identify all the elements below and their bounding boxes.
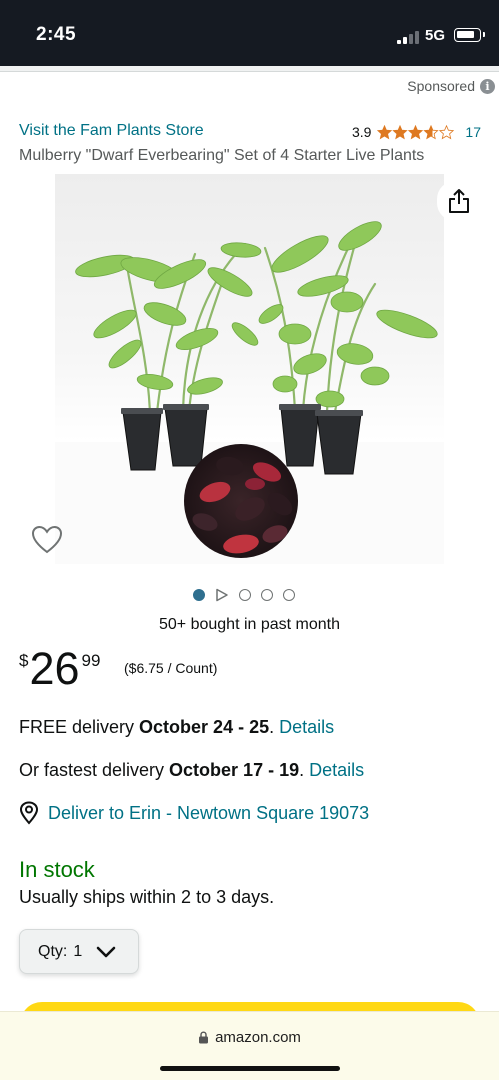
price-fraction: 99 xyxy=(81,651,101,670)
carousel-dot-5[interactable] xyxy=(283,589,295,601)
video-play-icon[interactable] xyxy=(215,588,229,602)
fastest-delivery-prefix: Or fastest delivery xyxy=(19,760,170,780)
price-symbol: $ xyxy=(19,651,29,670)
price-whole: 26 xyxy=(29,643,80,694)
quantity-value: 1 xyxy=(73,942,83,960)
clock: 2:45 xyxy=(36,24,77,45)
image-carousel-indicator[interactable] xyxy=(193,588,295,602)
product-photo xyxy=(55,174,444,564)
carousel-dot-3[interactable] xyxy=(239,589,251,601)
unit-price: ($6.75 / Count) xyxy=(124,660,218,676)
network-type: 5G xyxy=(425,27,446,44)
status-bar: 2:45 5G xyxy=(0,0,499,66)
deliver-to-location[interactable]: Deliver to Erin - Newtown Square 19073 xyxy=(19,801,369,825)
stars-graphic xyxy=(377,124,455,139)
info-icon[interactable]: i xyxy=(480,78,495,94)
bought-count: 50+ bought in past month xyxy=(158,616,341,633)
price: $ 26 99 xyxy=(19,646,100,692)
fastest-delivery-suffix: . xyxy=(299,760,310,780)
product-title: Mulberry "Dwarf Everbearing" Set of 4 St… xyxy=(19,147,425,164)
url-display[interactable]: amazon.com xyxy=(0,1029,499,1046)
rating-summary[interactable]: 3.9 17 xyxy=(352,124,481,140)
heart-icon xyxy=(31,525,63,554)
sponsored-label[interactable]: Sponsored i xyxy=(407,78,495,94)
fastest-delivery-dates: October 17 - 19 xyxy=(169,760,300,780)
free-delivery-details-link[interactable]: Details xyxy=(279,717,334,737)
chevron-down-icon xyxy=(96,946,116,957)
rating-value: 3.9 xyxy=(351,124,372,140)
shipping-note: Usually ships within 2 to 3 days. xyxy=(19,887,275,907)
browser-url-bar[interactable]: amazon.com xyxy=(0,1011,499,1080)
fastest-delivery-details-link[interactable]: Details xyxy=(309,760,364,780)
battery-icon xyxy=(454,28,485,42)
rating-count[interactable]: 17 xyxy=(465,124,481,140)
signal-icon xyxy=(397,31,419,44)
free-delivery-line: FREE delivery October 24 - 25. Details xyxy=(19,717,334,738)
share-button[interactable] xyxy=(437,181,481,221)
stock-status: In stock xyxy=(19,857,95,882)
quantity-selector[interactable]: Qty: 1 xyxy=(19,929,139,974)
carousel-dot-1[interactable] xyxy=(193,589,205,601)
home-indicator[interactable] xyxy=(160,1066,340,1071)
wishlist-button[interactable] xyxy=(30,524,64,556)
header-divider xyxy=(0,66,499,72)
lock-icon xyxy=(199,1031,209,1044)
sponsored-text: Sponsored xyxy=(407,78,475,94)
url-text: amazon.com xyxy=(215,1029,301,1046)
star-rating-icon xyxy=(377,124,455,140)
carousel-dot-4[interactable] xyxy=(261,589,273,601)
store-link[interactable]: Visit the Fam Plants Store xyxy=(19,122,204,140)
free-delivery-prefix: FREE delivery xyxy=(19,717,140,737)
location-pin-icon xyxy=(19,801,39,825)
quantity-label: Qty: xyxy=(38,942,68,960)
free-delivery-dates: October 24 - 25 xyxy=(139,717,270,737)
fastest-delivery-line: Or fastest delivery October 17 - 19. Det… xyxy=(19,760,364,781)
deliver-to-text[interactable]: Deliver to Erin - Newtown Square 19073 xyxy=(48,803,369,824)
product-image[interactable] xyxy=(55,174,444,564)
free-delivery-suffix: . xyxy=(269,717,280,737)
share-icon xyxy=(449,189,469,213)
